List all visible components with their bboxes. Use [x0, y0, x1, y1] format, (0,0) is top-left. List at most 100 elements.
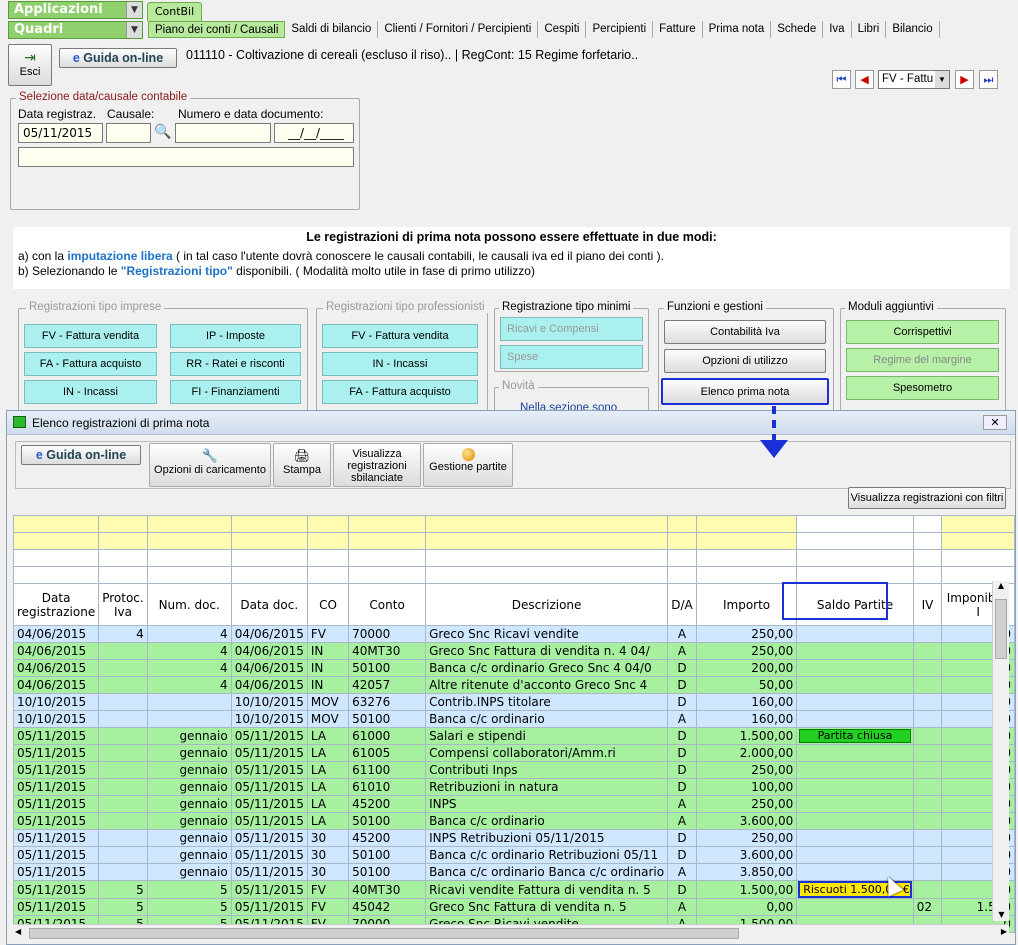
regime-margine-button[interactable]: Regime del margine	[846, 348, 999, 372]
filter-row[interactable]	[12, 532, 1015, 550]
table-row[interactable]: 05/11/2015 gennaio 05/11/2015 LA 45200 INPS A 2…	[12, 795, 1015, 813]
tab-schede[interactable]: Schede	[771, 21, 824, 38]
professionisti-fa-button[interactable]: FA - Fattura acquisto	[322, 380, 478, 404]
causale-descrizione-input[interactable]	[18, 147, 354, 167]
quadri-label: Quadri	[14, 22, 64, 37]
imprese-ip-button[interactable]: IP - Imposte	[170, 324, 301, 348]
elenco-prima-nota-button[interactable]: Elenco prima nota	[661, 378, 829, 405]
data-registrazione-input[interactable]	[18, 123, 103, 143]
table-cell: 1.500,00	[695, 880, 798, 899]
ricavi-compensi-button[interactable]: Ricavi e Compensi	[500, 317, 643, 341]
spesometro-button[interactable]: Spesometro	[846, 376, 999, 400]
vertical-scroll-thumb[interactable]	[995, 599, 1007, 659]
horizontal-scroll-thumb[interactable]	[29, 928, 739, 939]
professionisti-fv-button[interactable]: FV - Fattura vendita	[322, 324, 478, 348]
causale-input[interactable]	[106, 123, 151, 143]
tab-bilancio[interactable]: Bilancio	[886, 21, 940, 38]
scroll-right-icon[interactable]: ▶	[1001, 927, 1007, 936]
professionisti-in-button[interactable]: IN - Incassi	[322, 352, 478, 376]
table-row[interactable]: 10/10/2015 10/10/2015 MOV 63276 Contrib.INPS…	[12, 693, 1015, 711]
table-cell: Protoc. Iva	[98, 583, 148, 626]
table-row[interactable]: 05/11/2015 gennaio 05/11/2015 30 50100 Banca …	[12, 846, 1015, 864]
scroll-up-icon[interactable]: ▲	[993, 581, 1009, 595]
tab-fatture[interactable]: Fatture	[653, 21, 703, 38]
novita-title: Novità	[499, 380, 538, 392]
table-row[interactable]: 05/11/2015 gennaio 05/11/2015 LA 50100 Banca …	[12, 812, 1015, 830]
first-record-icon[interactable]: ⏮	[832, 70, 851, 89]
window-guida-button[interactable]: e Guida on-line	[21, 445, 141, 465]
table-cell	[306, 566, 350, 584]
stampa-button[interactable]: 🖨 Stampa	[273, 443, 331, 487]
imprese-in-button[interactable]: IN - Incassi	[24, 380, 157, 404]
tab-libri[interactable]: Libri	[851, 21, 887, 38]
data-documento-input[interactable]	[274, 123, 354, 143]
visualizza-sbilanciate-button[interactable]: Visualizza registrazioni sbilanciate	[333, 443, 421, 487]
numero-documento-input[interactable]	[175, 123, 271, 143]
tab-prima-nota[interactable]: Prima nota	[702, 21, 772, 38]
table-cell: IV	[912, 583, 943, 626]
table-row[interactable]: 05/11/2015 gennaio 05/11/2015 LA 61000 Salari…	[12, 727, 1015, 745]
table-cell: LA	[306, 761, 350, 779]
corrispettivi-button[interactable]: Corrispettivi	[846, 320, 999, 344]
tab-cespiti[interactable]: Cespiti	[538, 21, 587, 38]
table-row[interactable]: 04/06/2015 4 04/06/2015 IN 42057 Altre ritenu…	[12, 676, 1015, 694]
table-row[interactable]: 05/11/2015 gennaio 05/11/2015 30 45200 INPS R…	[12, 829, 1015, 847]
module-tab-contbil[interactable]: ContBil	[147, 2, 202, 21]
opzioni-utilizzo-button[interactable]: Opzioni di utilizzo	[664, 349, 826, 373]
table-row[interactable]: 05/11/2015 gennaio 05/11/2015 LA 61010 Retrib…	[12, 778, 1015, 796]
last-record-icon[interactable]: ⏭	[979, 70, 998, 89]
table-cell	[912, 880, 943, 899]
opzioni-caricamento-button[interactable]: 🔧 Opzioni di caricamento	[149, 443, 271, 487]
table-row[interactable]: 10/10/2015 10/10/2015 MOV 50100 Banca c/c or…	[12, 710, 1015, 728]
window-guida-label: Guida on-line	[46, 448, 127, 462]
tab-iva[interactable]: Iva	[823, 21, 852, 38]
table-cell: 05/11/2015	[230, 727, 308, 745]
table-cell	[796, 744, 914, 762]
table-cell: gennaio	[146, 744, 232, 762]
table-row[interactable]: 05/11/2015 gennaio 05/11/2015 LA 61005 Compen…	[12, 744, 1015, 762]
scroll-down-icon[interactable]: ▼	[993, 910, 1010, 919]
esci-button[interactable]: ⇥ Esci	[8, 44, 52, 86]
imprese-fv-button[interactable]: FV - Fattura vendita	[24, 324, 157, 348]
table-row[interactable]: 04/06/2015 4 4 04/06/2015 FV 70000 Greco Snc R…	[12, 625, 1015, 643]
table-row[interactable]: 05/11/2015 5 5 05/11/2015 FV 40MT30 Ricavi ven…	[12, 880, 1015, 899]
filter-row[interactable]	[12, 515, 1015, 533]
visualizza-filtri-button[interactable]: Visualizza registrazioni con filtri	[848, 487, 1006, 509]
table-cell: D	[667, 846, 697, 864]
imprese-rr-button[interactable]: RR - Ratei e risconti	[170, 352, 301, 376]
table-row[interactable]: 04/06/2015 4 04/06/2015 IN 40MT30 Greco Snc F…	[12, 642, 1015, 660]
table-row[interactable]: 05/11/2015 5 5 05/11/2015 FV 45042 Greco Snc F…	[12, 898, 1015, 916]
search-icon[interactable]: 🔍	[154, 124, 171, 140]
registrazioni-tipo-link[interactable]: "Registrazioni tipo"	[121, 264, 233, 278]
contabilita-iva-button[interactable]: Contabilità Iva	[664, 320, 826, 344]
blank-row[interactable]	[12, 566, 1015, 584]
imprese-fa-button[interactable]: FA - Fattura acquisto	[24, 352, 157, 376]
table-row[interactable]: 05/11/2015 gennaio 05/11/2015 30 50100 Banca …	[12, 863, 1015, 881]
horizontal-scrollbar[interactable]: ◀ ▶	[13, 924, 1009, 941]
table-cell	[912, 532, 943, 550]
table-cell	[912, 659, 943, 677]
tab-clienti-fornitori-percipienti[interactable]: Clienti / Fornitori / Percipienti	[378, 21, 539, 38]
table-row[interactable]: 04/06/2015 4 04/06/2015 IN 50100 Banca c/c or…	[12, 659, 1015, 677]
close-icon[interactable]: ✕	[983, 415, 1007, 430]
guida-online-button[interactable]: e Guida on-line	[59, 48, 177, 68]
table-cell: 50100	[348, 710, 427, 728]
table-row[interactable]: 05/11/2015 gennaio 05/11/2015 LA 61100 Contri…	[12, 761, 1015, 779]
imprese-fi-button[interactable]: FI - Finanziamenti	[170, 380, 301, 404]
next-record-icon[interactable]: ▶	[955, 70, 974, 89]
vertical-scrollbar[interactable]: ▲ ▼	[992, 581, 1009, 921]
imputazione-libera-link[interactable]: imputazione libera	[67, 249, 172, 263]
spese-button[interactable]: Spese	[500, 345, 643, 369]
gestione-partite-button[interactable]: Gestione partite	[423, 443, 513, 487]
quadri-dropdown[interactable]: Quadri ▼	[8, 21, 143, 39]
blank-row[interactable]	[12, 549, 1015, 567]
tab-saldi-di-bilancio[interactable]: Saldi di bilancio	[285, 21, 379, 38]
prev-record-icon[interactable]: ◀	[855, 70, 874, 89]
scroll-left-icon[interactable]: ◀	[15, 927, 21, 936]
tab-percipienti[interactable]: Percipienti	[586, 21, 654, 38]
tab-piano-dei-conti-causali[interactable]: Piano dei conti / Causali	[148, 21, 286, 38]
registrazione-select[interactable]: FV - Fattu ▼	[878, 70, 950, 89]
partita-chiusa-badge[interactable]: Partita chiusa	[799, 729, 911, 743]
table-cell: 04/06/2015	[12, 659, 100, 677]
applicazioni-dropdown[interactable]: Applicazioni ▼	[8, 1, 143, 19]
